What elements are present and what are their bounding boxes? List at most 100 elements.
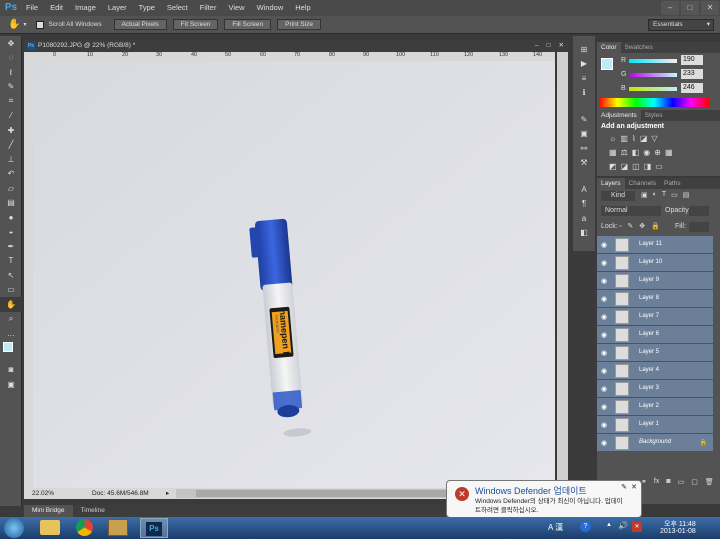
r-slider[interactable] xyxy=(629,59,677,63)
windows-defender-notification[interactable]: ✕ Windows Defender 업데이트 Windows Defender… xyxy=(446,480,642,518)
levels-icon[interactable]: ▥ xyxy=(620,134,628,143)
help-icon[interactable]: ? xyxy=(580,521,591,532)
threshold-icon[interactable]: ◫ xyxy=(632,162,640,171)
gradient-map-icon[interactable]: ▭ xyxy=(655,162,663,171)
zoom-tool-icon[interactable]: ⌕ xyxy=(0,312,22,327)
brush-icon[interactable]: ✎ xyxy=(573,112,595,127)
minimize-icon[interactable]: – xyxy=(661,1,679,15)
type-tool-icon[interactable]: T xyxy=(0,254,22,269)
eye-icon[interactable]: ◉ xyxy=(601,295,609,303)
marquee-tool-icon[interactable]: ◌ xyxy=(0,51,22,66)
clock-date[interactable]: 2013-01-08 xyxy=(660,528,696,535)
menu-image[interactable]: Image xyxy=(69,0,102,16)
trash-icon[interactable]: 🗑 xyxy=(705,478,714,490)
actual-pixels-button[interactable]: Actual Pixels xyxy=(113,19,167,30)
clone-source-icon[interactable]: ⚯ xyxy=(573,141,595,156)
eyedropper-tool-icon[interactable]: ⁄ xyxy=(0,109,22,124)
zoom-level[interactable]: 22.02% xyxy=(32,488,54,499)
tab-timeline[interactable]: Timeline xyxy=(73,505,113,517)
exposure-icon[interactable]: ◪ xyxy=(640,134,648,143)
maximize-icon[interactable]: □ xyxy=(681,1,699,15)
color-fg-swatch[interactable] xyxy=(601,58,613,70)
balance-icon[interactable]: ⚖ xyxy=(621,148,628,157)
tab-layers[interactable]: Layers xyxy=(597,178,625,189)
menu-window[interactable]: Window xyxy=(251,0,290,16)
bw-icon[interactable]: ◧ xyxy=(632,148,640,157)
history-icon[interactable]: ⊞ xyxy=(573,42,595,57)
edit-toolbar-icon[interactable]: … xyxy=(0,326,22,341)
eye-icon[interactable]: ◉ xyxy=(601,385,609,393)
defender-tray-icon[interactable]: ✕ xyxy=(632,522,642,532)
color-swatches[interactable] xyxy=(0,341,21,363)
photoshop-taskbar-button[interactable]: Ps xyxy=(140,518,168,538)
explorer-taskbar-icon[interactable] xyxy=(40,520,60,535)
dodge-tool-icon[interactable]: ◒ xyxy=(0,225,22,240)
eye-icon[interactable]: ◉ xyxy=(601,241,609,249)
layer-row[interactable]: ◉ Layer 7 xyxy=(597,308,713,326)
brightness-icon[interactable]: ☼ xyxy=(609,134,616,143)
lock-icons[interactable]: ▫ ✎ ✥ 🔒 xyxy=(619,222,662,230)
info-icon[interactable]: ℹ xyxy=(573,86,595,101)
character-icon[interactable]: A xyxy=(573,182,595,197)
settings-icon[interactable]: ✎ xyxy=(621,483,627,491)
status-menu-arrow-icon[interactable]: ▸ xyxy=(166,488,169,499)
foreground-color[interactable] xyxy=(3,341,13,352)
brush-tool-icon[interactable]: ╱ xyxy=(0,138,22,153)
layer-row[interactable]: ◉ Layer 1 xyxy=(597,416,713,434)
layer-row[interactable]: ◉ Layer 5 xyxy=(597,344,713,362)
tab-mini-bridge[interactable]: Mini Bridge xyxy=(24,505,73,517)
g-slider[interactable] xyxy=(629,73,677,77)
lookup-icon[interactable]: ▦ xyxy=(665,148,673,157)
print-size-button[interactable]: Print Size xyxy=(277,19,321,30)
history-brush-tool-icon[interactable]: ↶ xyxy=(0,167,22,182)
eye-icon[interactable]: ◉ xyxy=(601,367,609,375)
eye-icon[interactable]: ◉ xyxy=(601,277,609,285)
hand-tool-icon[interactable]: ✋ xyxy=(8,19,20,30)
properties-icon[interactable]: ≡ xyxy=(573,71,595,86)
pixel-filter-icon[interactable]: ▣ xyxy=(641,191,648,199)
tab-styles[interactable]: Styles xyxy=(641,110,667,121)
menu-file[interactable]: File xyxy=(20,0,44,16)
b-slider[interactable] xyxy=(629,87,677,91)
layer-row[interactable]: ◉ Layer 11 xyxy=(597,236,713,254)
path-select-tool-icon[interactable]: ↖ xyxy=(0,268,22,283)
blend-mode-select[interactable]: Normal xyxy=(601,206,661,216)
selective-color-icon[interactable]: ◨ xyxy=(644,162,652,171)
eye-icon[interactable]: ◉ xyxy=(601,349,609,357)
photo-filter-icon[interactable]: ◉ xyxy=(643,148,650,157)
paragraph-icon[interactable]: ¶ xyxy=(573,197,595,212)
eye-icon[interactable]: ◉ xyxy=(601,259,609,267)
eye-icon[interactable]: ◉ xyxy=(601,421,609,429)
document-canvas[interactable]: namepen F monami xyxy=(33,61,555,488)
posterize-icon[interactable]: ◪ xyxy=(621,162,629,171)
mixer-icon[interactable]: ⊕ xyxy=(654,148,661,157)
fill-input[interactable] xyxy=(689,222,709,232)
new-group-icon[interactable]: ▭ xyxy=(678,478,685,490)
layer-row[interactable]: ◉ Layer 9 xyxy=(597,272,713,290)
menu-help[interactable]: Help xyxy=(289,0,316,16)
move-tool-icon[interactable]: ✥ xyxy=(0,36,22,51)
doc-maximize-icon[interactable]: □ xyxy=(547,40,551,52)
b-value[interactable]: 246 xyxy=(681,83,703,93)
play-icon[interactable]: ▶ xyxy=(573,57,595,72)
app-taskbar-icon[interactable] xyxy=(108,519,128,536)
tab-swatches[interactable]: Swatches xyxy=(621,42,657,53)
pen-tool-icon[interactable]: ✒ xyxy=(0,239,22,254)
doc-close-icon[interactable]: ✕ xyxy=(559,40,564,52)
adjustment-filter-icon[interactable]: ◐ xyxy=(653,191,657,199)
tool-preset-dropdown-icon[interactable]: ▾ xyxy=(23,21,26,28)
menu-view[interactable]: View xyxy=(222,0,250,16)
tray-arrow-icon[interactable]: ▲ xyxy=(606,522,612,528)
character-styles-icon[interactable]: a xyxy=(573,211,595,226)
type-filter-icon[interactable]: T xyxy=(662,191,666,199)
scroll-all-checkbox[interactable] xyxy=(36,20,45,29)
menu-type[interactable]: Type xyxy=(133,0,161,16)
eye-icon[interactable]: ◉ xyxy=(601,313,609,321)
quick-mask-icon[interactable]: ◙ xyxy=(0,363,22,378)
layer-row[interactable]: ◉ Layer 8 xyxy=(597,290,713,308)
shape-tool-icon[interactable]: ▭ xyxy=(0,283,22,298)
layer-row[interactable]: ◉ Layer 4 xyxy=(597,362,713,380)
close-icon[interactable]: ✕ xyxy=(701,1,719,15)
brush-presets-icon[interactable]: ▣ xyxy=(573,127,595,142)
layer-row[interactable]: ◉ Layer 10 xyxy=(597,254,713,272)
